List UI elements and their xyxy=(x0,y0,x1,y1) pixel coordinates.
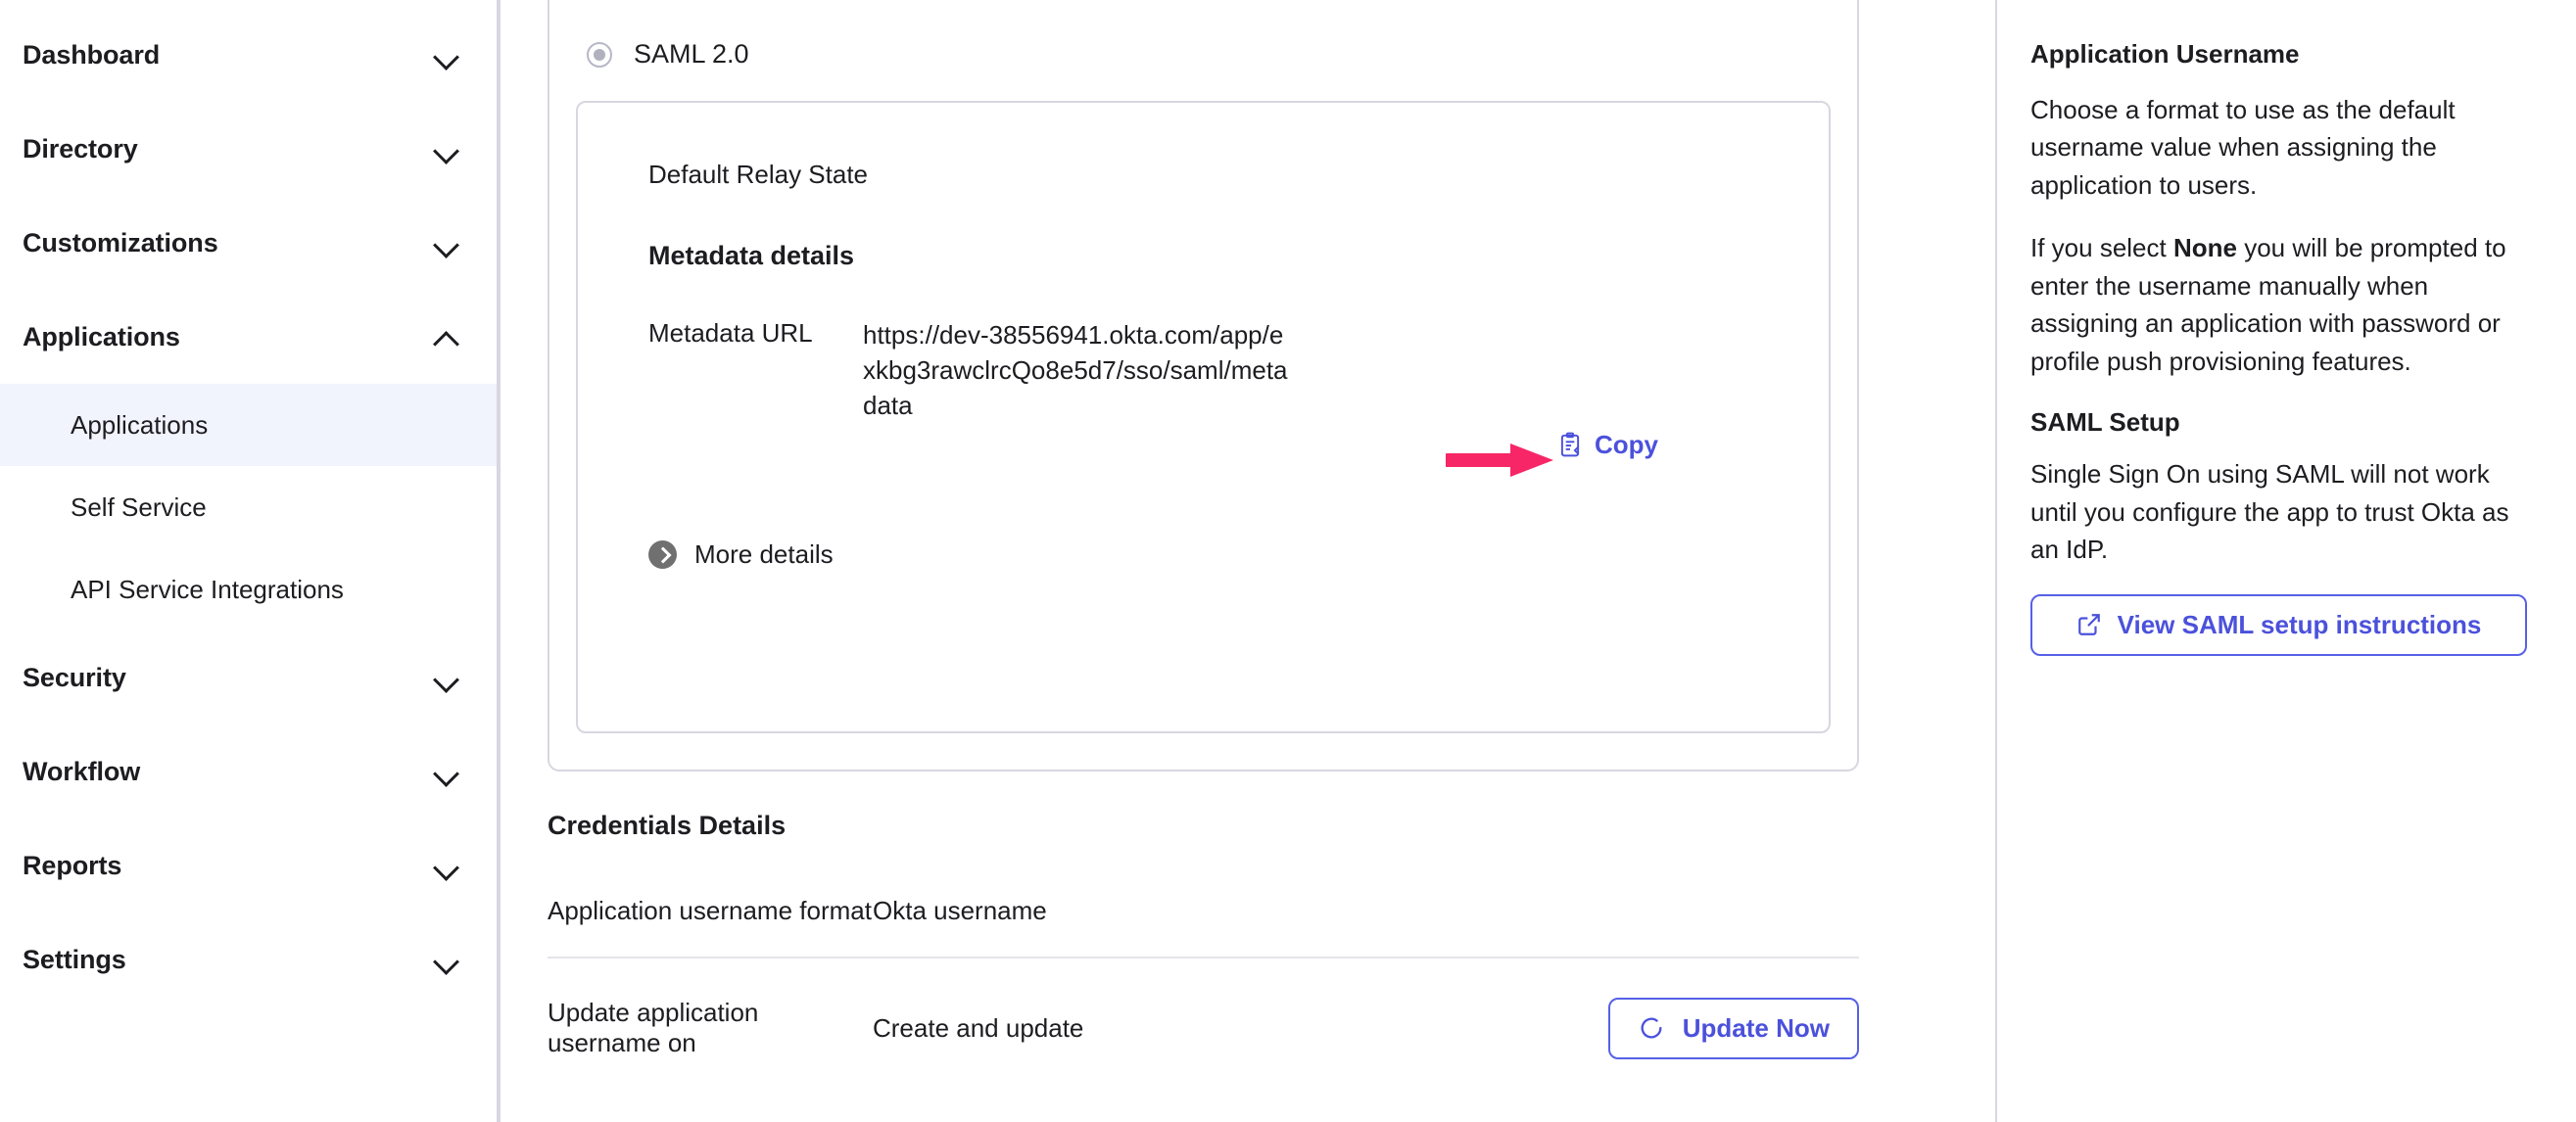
credentials-details-heading: Credentials Details xyxy=(548,811,787,840)
paragraph-2-bold: None xyxy=(2172,233,2237,263)
sidebar-item-label: Security xyxy=(23,662,126,692)
saml-setup-help-paragraph: Single Sign On using SAML will not work … xyxy=(2030,459,2509,565)
chevron-down-icon[interactable] xyxy=(434,853,459,878)
row-value: Okta username xyxy=(873,895,1047,925)
metadata-url-value: https://dev-38556941.okta.com/app/exkbg3… xyxy=(863,320,1288,420)
app-username-help-title: Application Username xyxy=(2030,39,2300,69)
metadata-details-heading: Metadata details xyxy=(648,241,855,270)
sidebar-subitem-label: Self Service xyxy=(71,491,207,522)
paragraph-2-pre: If you select xyxy=(2030,233,2173,263)
row-value: Create and update xyxy=(873,1012,1084,1043)
app-username-help-paragraph-2: If you select None you will be prompted … xyxy=(2030,229,2527,380)
chevron-down-icon[interactable] xyxy=(434,42,459,68)
sidebar-subitem-label: Applications xyxy=(71,409,209,440)
default-relay-state-label: Default Relay State xyxy=(648,160,869,189)
main-content-column: SAML 2.0 Default Relay State Metadata de… xyxy=(499,0,1997,1122)
row-label: Application username format xyxy=(548,895,872,925)
sidebar-item-dashboard[interactable]: Dashboard xyxy=(0,8,497,102)
row-label: Update application username on xyxy=(548,998,759,1057)
sidebar-item-security[interactable]: Security xyxy=(0,631,497,725)
sidebar-item-label: Applications xyxy=(23,321,180,351)
saml-setup-help-title: SAML Setup xyxy=(2030,407,2180,438)
metadata-url-row: Metadata URL https://dev-38556941.okta.c… xyxy=(578,271,1829,479)
sidebar-item-label: Workflow xyxy=(23,756,141,786)
sidebar-item-label: Dashboard xyxy=(23,39,161,70)
radio-selected-icon[interactable] xyxy=(587,41,612,68)
refresh-icon xyxy=(1641,1017,1662,1039)
sidebar-item-customizations[interactable]: Customizations xyxy=(0,196,497,290)
chevron-down-icon[interactable] xyxy=(434,136,459,162)
app-username-help-paragraph-1: Choose a format to use as the default us… xyxy=(2030,95,2456,200)
primary-sidebar: Dashboard Directory Customizations Appli… xyxy=(0,0,499,1122)
sidebar-item-settings[interactable]: Settings xyxy=(0,912,497,1006)
sidebar-item-label: Reports xyxy=(23,850,122,880)
sign-on-method-card: SAML 2.0 Default Relay State Metadata de… xyxy=(548,0,1859,771)
content-padding: SAML 2.0 Default Relay State Metadata de… xyxy=(501,0,1906,1059)
table-row-update-application-username-on: Update application username on Create an… xyxy=(548,958,1859,1059)
more-details-label: More details xyxy=(694,538,834,569)
chevron-down-icon[interactable] xyxy=(434,230,459,256)
sidebar-subitem-label: API Service Integrations xyxy=(71,574,344,604)
sidebar-item-label: Directory xyxy=(23,133,138,164)
metadata-url-label: Metadata URL xyxy=(648,318,813,348)
copy-metadata-url-button[interactable]: Copy xyxy=(1557,430,1658,460)
chevron-down-icon[interactable] xyxy=(434,665,459,690)
view-saml-setup-instructions-label: View SAML setup instructions xyxy=(2117,609,2482,639)
chevron-up-icon[interactable] xyxy=(434,324,459,350)
more-details-toggle[interactable]: More details xyxy=(578,479,1829,570)
saml-settings-inner-card: Default Relay State Metadata details Met… xyxy=(576,101,1831,733)
external-link-icon xyxy=(2077,614,2100,636)
table-row-application-username-format: Application username format Okta usernam… xyxy=(548,841,1859,937)
sidebar-item-applications[interactable]: Applications xyxy=(0,290,497,384)
sidebar-item-label: Customizations xyxy=(23,227,218,257)
help-sidebar: Application Username Choose a format to … xyxy=(1997,0,2576,1122)
right-arrow-annotation-icon xyxy=(1446,443,1553,477)
copy-label: Copy xyxy=(1595,429,1658,459)
sidebar-item-workflow[interactable]: Workflow xyxy=(0,725,497,818)
chevron-down-icon[interactable] xyxy=(434,759,459,784)
default-relay-state-row: Default Relay State xyxy=(578,103,1829,190)
saml-protocol-label: SAML 2.0 xyxy=(634,39,749,69)
chevron-right-circle-icon xyxy=(648,539,677,569)
chevron-down-icon[interactable] xyxy=(434,947,459,972)
sidebar-item-directory[interactable]: Directory xyxy=(0,102,497,196)
clipboard-copy-icon xyxy=(1560,432,1580,457)
sidebar-subitem-self-service[interactable]: Self Service xyxy=(0,466,497,548)
update-now-button[interactable]: Update Now xyxy=(1607,997,1859,1059)
sidebar-item-reports[interactable]: Reports xyxy=(0,818,497,912)
sidebar-subitem-applications[interactable]: Applications xyxy=(0,384,497,466)
sidebar-subitem-api-service-integrations[interactable]: API Service Integrations xyxy=(0,548,497,631)
copy-row: Copy xyxy=(863,424,1658,479)
update-now-label: Update Now xyxy=(1682,1012,1830,1043)
okta-admin-console: Dashboard Directory Customizations Appli… xyxy=(0,0,2576,1122)
view-saml-setup-instructions-button[interactable]: View SAML setup instructions xyxy=(2030,593,2527,656)
sign-on-settings-panel: SAML 2.0 Default Relay State Metadata de… xyxy=(499,0,1906,1122)
sidebar-item-label: Settings xyxy=(23,944,126,974)
saml-protocol-option[interactable]: SAML 2.0 xyxy=(549,0,1857,70)
